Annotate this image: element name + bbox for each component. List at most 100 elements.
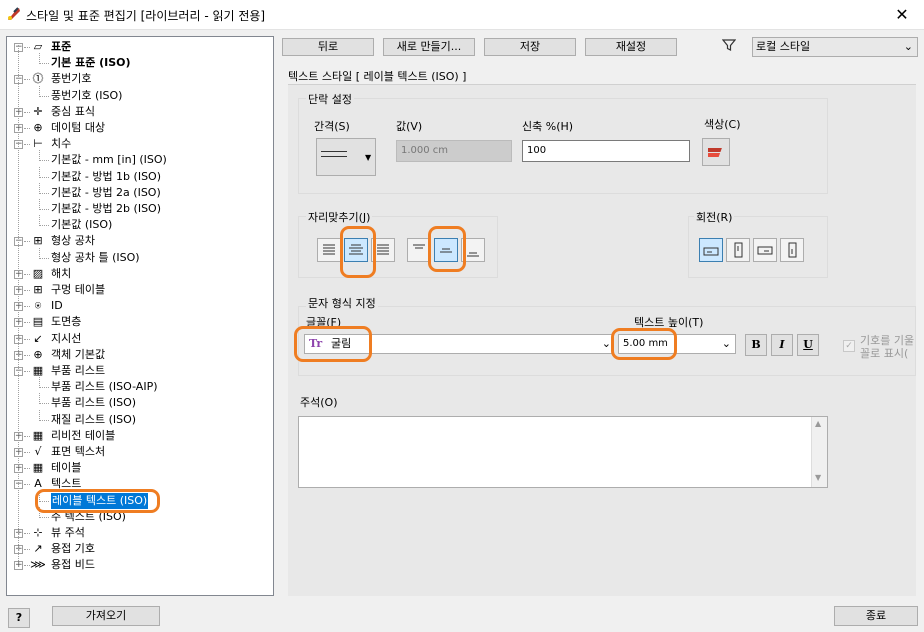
tree-item[interactable]: 기본값 - mm [in] (ISO) xyxy=(51,152,167,168)
rotate-270-button[interactable] xyxy=(780,238,804,262)
tree-item[interactable]: 형상 공차 틀 (ISO) xyxy=(51,250,140,266)
value-input[interactable]: 1.000 cm xyxy=(396,140,512,162)
justify-highlight-2 xyxy=(428,226,466,272)
tree-item[interactable]: 객체 기본값 xyxy=(51,347,105,363)
tree-item[interactable]: 구멍 테이블 xyxy=(51,282,105,298)
tree-item[interactable]: 용접 기호 xyxy=(51,541,95,557)
rotation-group-title: 회전(R) xyxy=(694,209,735,225)
tree-item[interactable]: 리비전 테이블 xyxy=(51,428,115,444)
italic-button[interactable]: I xyxy=(771,334,793,356)
back-button[interactable]: 뒤로 xyxy=(282,38,374,56)
bold-button[interactable]: B xyxy=(745,334,767,356)
tree-item[interactable]: 도면층 xyxy=(51,314,81,330)
selection-highlight xyxy=(35,488,160,513)
rotate-180-button[interactable] xyxy=(753,238,777,262)
tree-line xyxy=(18,45,19,561)
tree-line xyxy=(39,176,49,178)
tree-line xyxy=(39,63,49,65)
tree-category-icon: ⊞ xyxy=(33,283,43,296)
tree-item[interactable]: 뷰 주석 xyxy=(51,525,85,541)
valign-top-icon xyxy=(413,244,425,249)
rotate-0-button[interactable] xyxy=(699,238,723,262)
tree-item[interactable]: 풍번기호 (ISO) xyxy=(51,88,122,104)
tree-category-icon: ↙ xyxy=(33,331,43,345)
close-button[interactable]: ✕ xyxy=(890,4,914,26)
symbol-label-2: 꼴로 표시( xyxy=(860,347,909,360)
tree-category-icon: ⍟ xyxy=(34,299,42,313)
tree-item[interactable]: 기본값 - 방법 2b (ISO) xyxy=(51,201,161,217)
paragraph-group-title: 단락 설정 xyxy=(306,91,354,107)
justify-highlight-1 xyxy=(340,226,376,278)
tree-category-icon: ▱ xyxy=(33,40,43,53)
format-group-title: 문자 형식 지정 xyxy=(306,295,378,311)
tree-item[interactable]: 치수 xyxy=(51,136,71,152)
stretch-input[interactable]: 100 xyxy=(522,140,690,162)
tree-item[interactable]: 부품 리스트 (ISO-AIP) xyxy=(51,379,158,395)
tree-line xyxy=(39,160,49,162)
tree-category-icon: √ xyxy=(34,445,42,458)
tree-item[interactable]: 부품 리스트 (ISO) xyxy=(51,395,136,411)
tree-category-icon: ⊹ xyxy=(33,526,43,539)
tree-line xyxy=(39,387,49,389)
justify-group-title: 자리맞추기(J) xyxy=(306,209,373,225)
tree-category-icon: ▦ xyxy=(32,364,44,377)
tree-line xyxy=(39,247,40,259)
style-tree[interactable]: − ▱ 표준 기본 표준 (ISO) − ⓵ 풍번기호 풍번기호 (ISO) + ✛ 중심 표식 + ⊕… xyxy=(6,36,274,596)
tree-category-icon: ▦ xyxy=(32,461,44,475)
tree-item[interactable]: 중심 표식 xyxy=(51,104,95,120)
tree-line xyxy=(39,403,49,405)
save-button[interactable]: 저장 xyxy=(484,38,576,56)
help-button[interactable]: ? xyxy=(8,608,30,628)
scroll-down-icon[interactable]: ▼ xyxy=(815,473,821,482)
new-button[interactable]: 새로 만들기... xyxy=(383,38,475,56)
tree-item[interactable]: 표준 xyxy=(51,39,71,55)
tree-item[interactable]: 용접 비드 xyxy=(51,557,95,573)
scroll-up-icon[interactable]: ▲ xyxy=(815,419,821,428)
height-highlight xyxy=(611,328,677,360)
tree-item[interactable]: 기본값 - 방법 2a (ISO) xyxy=(51,185,161,201)
symbol-italic-checkbox[interactable]: ✓ xyxy=(843,340,855,352)
comment-scrollbar[interactable]: ▲ ▼ xyxy=(811,417,827,487)
tree-item[interactable]: 표면 텍스처 xyxy=(51,444,105,460)
import-button[interactable]: 가져오기 xyxy=(52,606,160,626)
tree-line xyxy=(39,377,40,389)
app-icon xyxy=(8,7,20,20)
color-button[interactable] xyxy=(702,138,730,166)
rotate-270-icon xyxy=(788,242,797,258)
tree-line xyxy=(39,166,40,178)
reset-button[interactable]: 재설정 xyxy=(585,38,677,56)
tree-line xyxy=(39,419,49,421)
done-button[interactable]: 종료 xyxy=(834,606,918,626)
window-title: 스타일 및 표준 편집기 [라이브러리 - 읽기 전용] xyxy=(26,9,266,23)
tree-item[interactable]: 부품 리스트 xyxy=(51,363,105,379)
tree-item[interactable]: 지시선 xyxy=(51,331,81,347)
rotate-90-button[interactable] xyxy=(726,238,750,262)
tree-category-icon: ⊢ xyxy=(33,137,43,151)
tree-expander[interactable]: + xyxy=(14,561,23,571)
tree-item[interactable]: 재질 리스트 (ISO) xyxy=(51,412,136,428)
tree-item[interactable]: 테이블 xyxy=(51,460,81,476)
tree-category-icon: ▨ xyxy=(32,266,44,280)
align-left-button[interactable] xyxy=(317,238,341,262)
tree-line xyxy=(39,215,40,227)
tree-item[interactable]: 풍번기호 xyxy=(51,71,91,87)
tree-item[interactable]: 기본값 - 방법 1b (ISO) xyxy=(51,169,161,185)
tree-item[interactable]: ID xyxy=(51,298,63,314)
tree-line xyxy=(39,393,40,405)
tree-item[interactable]: 해치 xyxy=(51,266,71,282)
tree-line xyxy=(39,409,40,421)
tree-item[interactable]: 데이텀 대상 xyxy=(51,120,105,136)
tree-line xyxy=(39,209,49,210)
tree-category-icon: ⊕ xyxy=(33,347,43,361)
style-filter-select[interactable]: 로컬 스타일 ⌄ xyxy=(752,37,918,57)
tree-item[interactable]: 형상 공차 xyxy=(51,233,95,249)
tree-line xyxy=(39,516,49,518)
spacing-label: 간격(S) xyxy=(314,120,350,133)
spacing-dropdown[interactable]: ▼ xyxy=(316,138,376,176)
tree-item[interactable]: 기본 표준 (ISO) xyxy=(51,55,131,71)
underline-button[interactable]: U xyxy=(797,334,819,356)
comment-textarea[interactable]: ▲ ▼ xyxy=(298,416,828,488)
font-highlight xyxy=(294,326,372,362)
tree-item[interactable]: 기본값 (ISO) xyxy=(51,217,112,233)
filter-icon[interactable] xyxy=(722,38,736,52)
